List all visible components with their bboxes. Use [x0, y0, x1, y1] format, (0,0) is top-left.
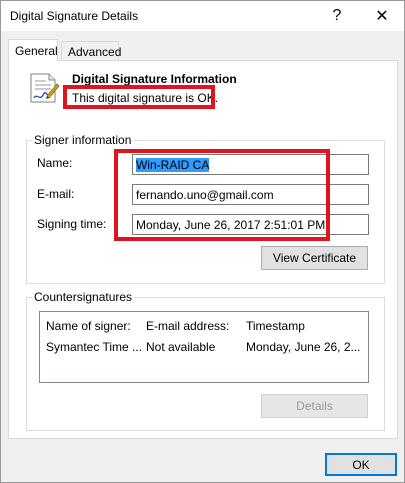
tab-general[interactable]: General — [8, 39, 58, 62]
status-highlight-box — [63, 85, 215, 109]
row-timestamp[interactable]: Monday, June 26, 2... — [246, 340, 361, 354]
tab-advanced-label: Advanced — [68, 44, 122, 59]
row-signer-name[interactable]: Symantec Time ... — [46, 340, 142, 354]
countersignatures-label: Countersignatures — [32, 290, 135, 304]
help-button[interactable]: ? — [314, 1, 360, 31]
title-bar: Digital Signature Details ? ✕ — [1, 1, 404, 31]
view-certificate-button[interactable]: View Certificate — [261, 246, 368, 270]
column-header-name[interactable]: Name of signer: — [46, 319, 131, 333]
column-header-email[interactable]: E-mail address: — [146, 319, 229, 333]
column-header-timestamp[interactable]: Timestamp — [246, 319, 305, 333]
help-icon: ? — [332, 7, 342, 24]
close-icon: ✕ — [375, 8, 389, 25]
ok-label: OK — [352, 457, 370, 472]
info-title: Digital Signature Information — [72, 72, 237, 86]
certificate-icon — [30, 73, 60, 103]
details-label: Details — [296, 399, 333, 413]
details-button[interactable]: Details — [261, 394, 368, 418]
name-label: Name: — [37, 156, 73, 170]
tab-general-label: General — [15, 44, 58, 58]
signer-fields-highlight-box — [114, 149, 330, 241]
ok-button[interactable]: OK — [325, 453, 397, 476]
close-button[interactable]: ✕ — [359, 1, 405, 31]
window-title: Digital Signature Details — [10, 9, 139, 23]
tab-advanced[interactable]: Advanced — [61, 41, 122, 61]
email-label: E-mail: — [37, 187, 75, 201]
view-certificate-label: View Certificate — [272, 251, 357, 265]
signing-time-label: Signing time: — [37, 217, 107, 231]
signer-information-label: Signer information — [32, 133, 134, 147]
dialog-window: Digital Signature Details ? ✕ General Ad… — [0, 0, 405, 483]
row-email[interactable]: Not available — [146, 340, 215, 354]
